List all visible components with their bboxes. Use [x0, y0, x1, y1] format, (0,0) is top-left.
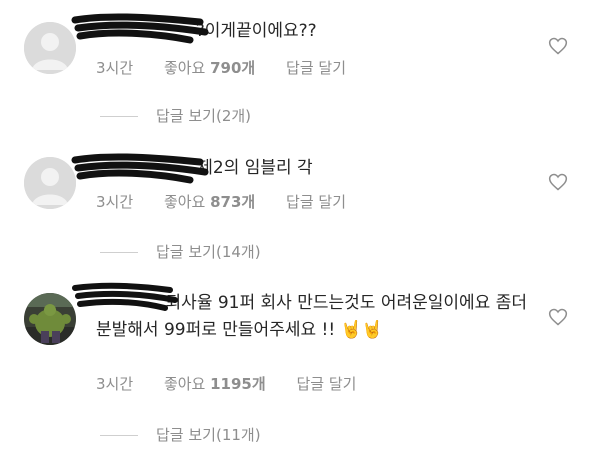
heart-outline-icon[interactable]: [548, 307, 568, 327]
view-replies-divider: [100, 435, 138, 436]
reply-button[interactable]: 답글 달기: [286, 191, 346, 212]
reply-button[interactable]: 답글 달기: [286, 57, 346, 78]
redaction-scribble: [71, 153, 209, 184]
likes-label: 좋아요: [163, 375, 206, 393]
avatar[interactable]: [24, 293, 76, 345]
default-avatar-icon: [24, 157, 76, 209]
view-replies-label: 답글 보기(14개): [156, 243, 261, 261]
likes-count[interactable]: 좋아요 1195개: [164, 373, 266, 394]
reply-button[interactable]: 답글 달기: [296, 373, 356, 394]
comment-meta: 3시간 좋아요 873개 답글 달기: [96, 191, 346, 212]
view-replies-divider: [100, 252, 138, 253]
likes-label: 좋아요: [163, 193, 206, 211]
timestamp[interactable]: 3시간: [96, 191, 133, 212]
comment-meta: 3시간 좋아요 790개 답글 달기: [96, 57, 346, 78]
comment-body: 제2의 임블리 각: [197, 158, 313, 178]
default-avatar-icon: [24, 22, 76, 74]
hulk-avatar-icon: [24, 293, 76, 345]
comment-meta: 3시간 좋아요 1195개 답글 달기: [96, 373, 356, 394]
likes-count[interactable]: 좋아요 790개: [164, 57, 255, 78]
redaction-scribble: [72, 282, 178, 311]
likes-number: 790개: [210, 59, 256, 77]
comment-body: ?이게끝이에요??: [195, 21, 317, 41]
likes-count[interactable]: 좋아요 873개: [164, 191, 255, 212]
timestamp[interactable]: 3시간: [96, 57, 133, 78]
redaction-scribble: [71, 13, 209, 44]
view-replies-label: 답글 보기(2개): [156, 107, 252, 125]
view-replies-label: 답글 보기(11개): [156, 426, 261, 444]
heart-outline-icon[interactable]: [548, 172, 568, 192]
view-replies-button[interactable]: 답글 보기(2개): [100, 105, 251, 126]
view-replies-divider: [100, 116, 138, 117]
heart-outline-icon[interactable]: [548, 36, 568, 56]
likes-number: 1195개: [210, 375, 266, 393]
likes-number: 873개: [210, 193, 256, 211]
timestamp[interactable]: 3시간: [96, 373, 133, 394]
view-replies-button[interactable]: 답글 보기(11개): [100, 424, 261, 445]
avatar[interactable]: [24, 22, 76, 74]
avatar[interactable]: [24, 157, 76, 209]
view-replies-button[interactable]: 답글 보기(14개): [100, 241, 261, 262]
likes-label: 좋아요: [163, 59, 206, 77]
rock-on-emoji: 🤘🤘: [340, 320, 383, 340]
